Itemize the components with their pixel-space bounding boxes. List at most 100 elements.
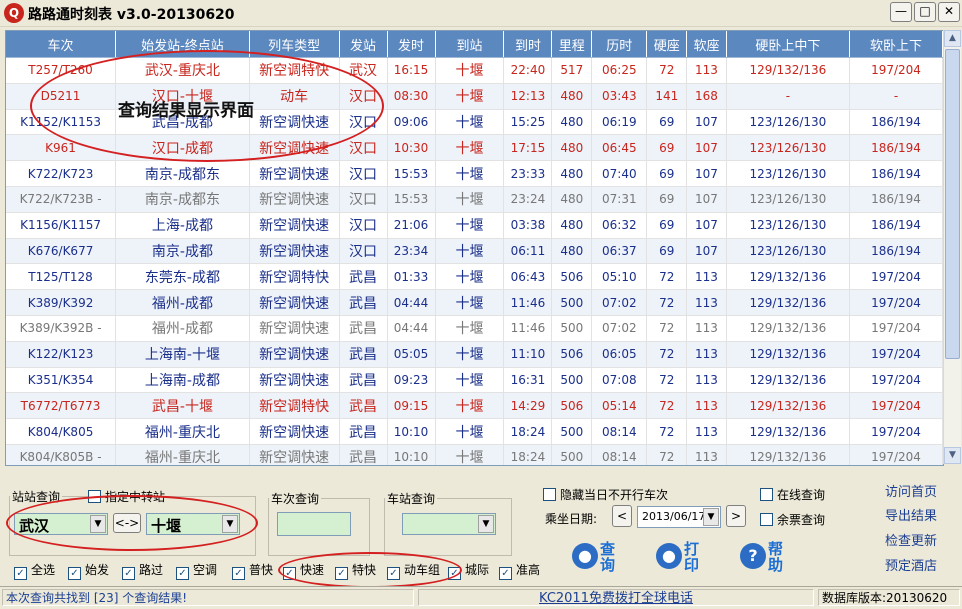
next-date-button[interactable]: >	[726, 505, 746, 527]
filter-checkbox[interactable]: ✓ 快速	[283, 561, 324, 580]
column-header[interactable]: 发站	[339, 31, 388, 58]
table-cell: 23:33	[503, 160, 553, 187]
table-row[interactable]: K722/K723B - 南京-成都东 新空调快速 汉口 15:53 十堰 23:24 480…	[6, 186, 943, 213]
table-cell: 06:37	[591, 238, 648, 265]
table-cell: 11:46	[503, 315, 553, 342]
column-header[interactable]: 始发站-终点站	[115, 31, 250, 58]
visit-homepage-link[interactable]: 访问首页	[885, 481, 937, 500]
table-row[interactable]: K1156/K1157 上海-成都 新空调快速 汉口 21:06 十堰 03:38 480 06…	[6, 212, 943, 239]
filter-checkbox[interactable]: ✓ 动车组	[387, 561, 440, 580]
checkbox-box[interactable]	[760, 488, 773, 501]
minimize-button[interactable]: —	[890, 2, 912, 22]
column-header[interactable]: 软卧上下	[849, 31, 943, 58]
checkmark-icon[interactable]: ✓	[232, 567, 245, 580]
chevron-down-icon[interactable]: ▼	[478, 515, 494, 533]
transfer-station-checkbox[interactable]: 指定中转站	[88, 488, 165, 505]
table-cell: 107	[686, 186, 727, 213]
checkmark-icon[interactable]: ✓	[335, 567, 348, 580]
column-header[interactable]: 到站	[435, 31, 505, 58]
maximize-button[interactable]: □	[914, 2, 936, 22]
table-cell: 23:24	[503, 186, 553, 213]
scroll-down-arrow-icon[interactable]: ▼	[944, 447, 961, 464]
scroll-up-arrow-icon[interactable]: ▲	[944, 30, 961, 47]
checkmark-icon[interactable]: ✓	[122, 567, 135, 580]
table-row[interactable]: K389/K392 福州-成都 新空调快速 武昌 04:44 十堰 11:46 500 07:0…	[6, 289, 943, 316]
ad-call-link[interactable]: KC2011免费拨打全球电话	[539, 591, 693, 606]
checkmark-icon[interactable]: ✓	[448, 567, 461, 580]
table-row[interactable]: T125/T128 东莞东-成都 新空调特快 武昌 01:33 十堰 06:43 506 05:…	[6, 263, 943, 291]
from-station-select[interactable]: 武汉 ▼	[14, 513, 108, 535]
filter-checkbox[interactable]: ✓ 全选	[14, 561, 55, 580]
filter-checkbox[interactable]: ✓ 路过	[122, 561, 163, 580]
checkmark-icon[interactable]: ✓	[176, 567, 189, 580]
print-button[interactable]: ● 打印	[656, 541, 708, 577]
chevron-down-icon[interactable]: ▼	[222, 515, 238, 533]
column-header[interactable]: 里程	[551, 31, 593, 58]
table-row[interactable]: K804/K805 福州-重庆北 新空调快速 武昌 10:10 十堰 18:24 500 08:…	[6, 418, 943, 445]
table-cell: 新空调特快	[249, 263, 340, 291]
swap-stations-button[interactable]: <->	[113, 513, 141, 533]
checkbox-box[interactable]	[760, 513, 773, 526]
date-picker[interactable]: 2013/06/17 ▼	[637, 506, 721, 528]
prev-date-button[interactable]: <	[612, 505, 632, 527]
table-row[interactable]: K389/K392B - 福州-成都 新空调快速 武昌 04:44 十堰 11:46 500 0…	[6, 315, 943, 342]
close-button[interactable]: ✕	[938, 2, 960, 22]
table-cell: 113	[686, 289, 727, 316]
filter-checkbox[interactable]: ✓ 始发	[68, 561, 109, 580]
column-header[interactable]: 软座	[686, 31, 727, 58]
table-row[interactable]: K122/K123 上海南-十堰 新空调快速 武昌 05:05 十堰 11:10 506 06:…	[6, 341, 943, 368]
column-header[interactable]: 到时	[503, 31, 553, 58]
result-count-text: 本次查询共找到 [23] 个查询结果!	[2, 589, 414, 606]
column-header[interactable]: 硬卧上中下	[726, 31, 851, 58]
column-header[interactable]: 发时	[387, 31, 436, 58]
hide-not-running-checkbox[interactable]: 隐藏当日不开行车次	[543, 486, 668, 503]
table-row[interactable]: K804/K805B - 福州-重庆北 新空调快速 武昌 10:10 十堰 18:24 500…	[6, 444, 943, 465]
table-row[interactable]: K676/K677 南京-成都 新空调快速 汉口 23:34 十堰 06:11 480 06:3…	[6, 238, 943, 265]
to-station-select[interactable]: 十堰 ▼	[146, 513, 240, 535]
table-cell: 汉口	[339, 83, 388, 110]
db-version-text: 数据库版本:20130620	[818, 589, 960, 606]
ticket-query-checkbox[interactable]: 余票查询	[760, 511, 825, 528]
scroll-thumb[interactable]	[945, 49, 960, 359]
checkmark-icon[interactable]: ✓	[68, 567, 81, 580]
checkmark-icon[interactable]: ✓	[499, 567, 512, 580]
column-header[interactable]: 车次	[6, 31, 117, 58]
checkbox-box[interactable]	[543, 488, 556, 501]
chevron-down-icon[interactable]: ▼	[703, 508, 719, 526]
filter-checkbox[interactable]: ✓ 普快	[232, 561, 273, 580]
table-row[interactable]: T6772/T6773 武昌-十堰 新空调特快 武昌 09:15 十堰 14:29 506 05…	[6, 392, 943, 420]
stop-station-select[interactable]: ▼	[402, 513, 496, 535]
filter-checkbox[interactable]: ✓ 准高	[499, 561, 540, 580]
checkmark-icon[interactable]: ✓	[283, 567, 296, 580]
export-results-link[interactable]: 导出结果	[885, 505, 937, 524]
table-cell: 123/126/130	[726, 238, 851, 265]
checkbox-box[interactable]	[88, 490, 101, 503]
print-icon: ●	[656, 543, 682, 569]
column-header[interactable]: 历时	[591, 31, 648, 58]
grid-scrollbar[interactable]: ▲ ▼	[943, 30, 961, 464]
column-header[interactable]: 列车类型	[249, 31, 340, 58]
checkmark-icon[interactable]: ✓	[387, 567, 400, 580]
table-cell: 168	[686, 83, 727, 110]
checkmark-icon[interactable]: ✓	[14, 567, 27, 580]
filter-checkbox[interactable]: ✓ 特快	[335, 561, 376, 580]
train-query-legend: 车次查询	[271, 492, 320, 506]
table-row[interactable]: T257/T260 武汉-重庆北 新空调特快 武汉 16:15 十堰 22:40 517 06:…	[6, 57, 943, 84]
query-button[interactable]: ● 查询	[572, 541, 624, 577]
train-number-input[interactable]	[277, 512, 351, 536]
column-header[interactable]: 硬座	[646, 31, 688, 58]
table-cell: 69	[646, 160, 688, 187]
table-row[interactable]: K722/K723 南京-成都东 新空调快速 汉口 15:53 十堰 23:33 480 07:…	[6, 160, 943, 187]
table-cell: 汉口-成都	[115, 134, 250, 162]
help-button[interactable]: ? 帮助	[740, 541, 792, 577]
filter-checkbox[interactable]: ✓ 空调	[176, 561, 217, 580]
table-row[interactable]: K961 汉口-成都 新空调快速 汉口 10:30 十堰 17:15 480 06:45 69 10…	[6, 134, 943, 162]
check-update-link[interactable]: 检查更新	[885, 530, 937, 549]
chevron-down-icon[interactable]: ▼	[90, 515, 106, 533]
filter-checkbox[interactable]: ✓ 城际	[448, 561, 489, 580]
online-query-checkbox[interactable]: 在线查询	[760, 486, 825, 503]
book-hotel-link[interactable]: 预定酒店	[885, 555, 937, 574]
table-cell: 15:25	[503, 109, 553, 136]
table-row[interactable]: K351/K354 上海南-成都 新空调快速 武昌 09:23 十堰 16:31 500 07:…	[6, 367, 943, 394]
table-cell: 72	[646, 263, 688, 291]
